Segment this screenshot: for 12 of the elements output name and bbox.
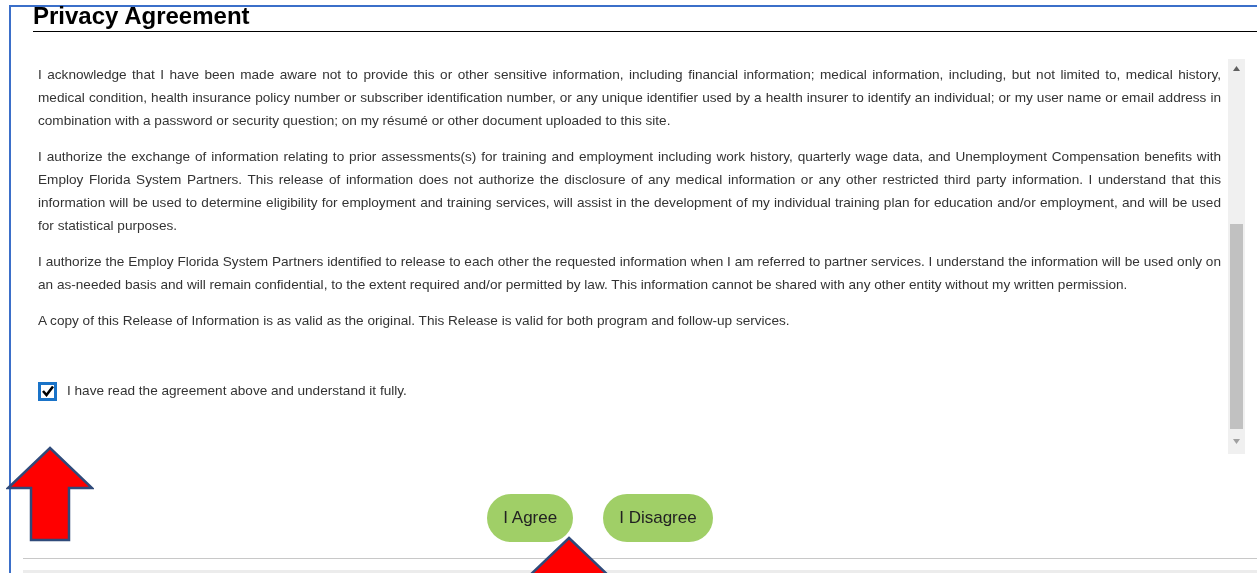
agreement-label: I have read the agreement above and understand it fully. <box>67 382 407 400</box>
agreement-paragraph: I authorize the Employ Florida System Partners identified to release to each other the requested information when I am referred to partner services. I understand the information will be used only on an as-needed basis and will remain confidential, to the extent required and/or permitted by law. This information cannot be shared with any other entity without my written permission. <box>38 253 1221 294</box>
disagree-button[interactable]: I Disagree <box>603 494 713 542</box>
agree-button[interactable]: I Agree <box>487 494 574 542</box>
agreement-paragraph: A copy of this Release of Information is as valid as the original. This Release is valid for both program and follow-up services. <box>38 312 791 330</box>
agreement-paragraph: I authorize the exchange of information relating to prior assessments(s) for training and employment including work history, quarterly wage data, and Unemployment Compensation benefits with Employ Florida System Partners. This release of information does not authorize the disclosure of any medical information or any other restricted third party information. I understand that this information will be used to determine eligibility for employment and training services, will assist in the development of my individual training plan for education and/or employment, and will be used for statistical purposes. <box>38 148 1221 235</box>
page-title: Privacy Agreement <box>33 3 250 29</box>
agreement-paragraph: I acknowledge that I have been made aware not to provide this or other sensitive information, including financial information; medical information, including, but not limited to, medical history, medical condition, health insurance policy number or subscriber identification number, or any unique identifier used by a health insurer to identify an individual; or my user name or email address in combination with a password or security question; on my résumé or other document uploaded to this site. <box>38 66 1221 130</box>
checkmark-icon <box>41 385 54 398</box>
scrollbar[interactable] <box>1228 59 1245 454</box>
up-arrow-icon <box>6 446 94 542</box>
agreement-checkbox[interactable] <box>38 381 57 401</box>
